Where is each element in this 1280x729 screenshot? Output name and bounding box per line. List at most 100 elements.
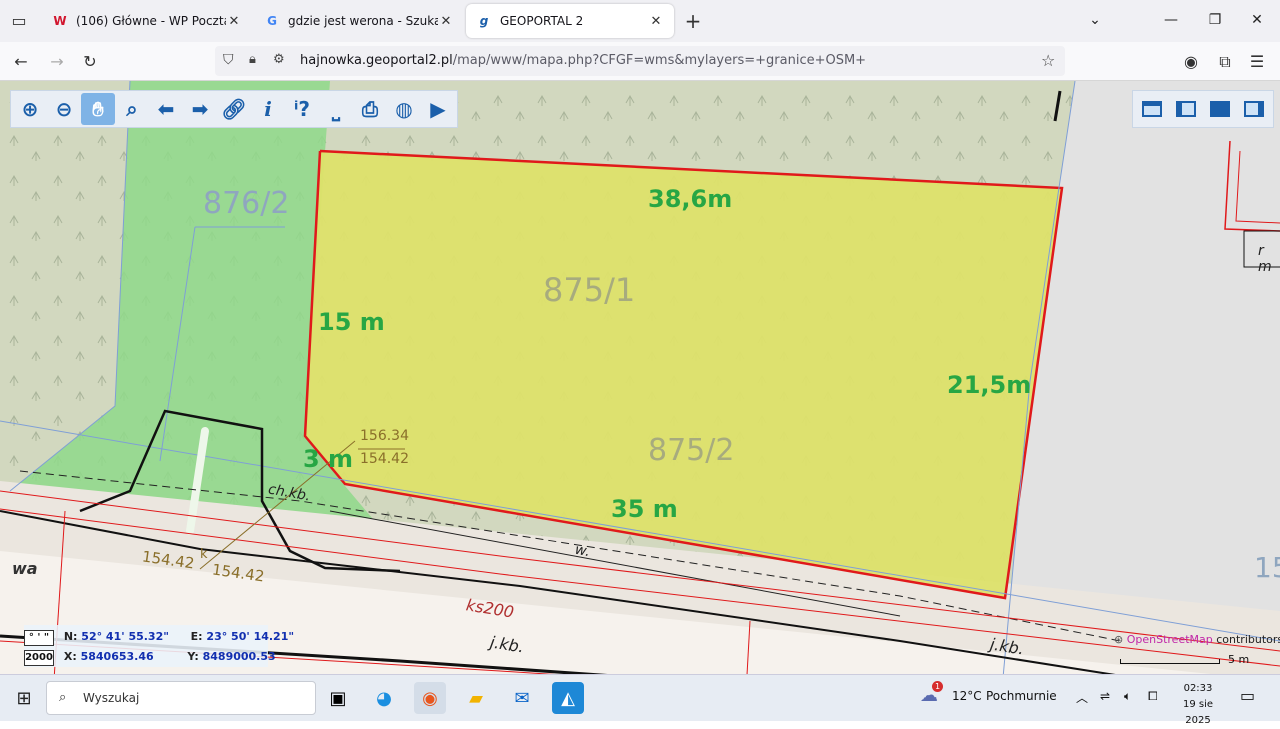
osm-logo-icon: ⊛ <box>1114 633 1124 646</box>
tab-label: GEOPORTAL 2 <box>500 14 584 28</box>
start-windows-icon[interactable]: ⊞ <box>8 682 40 714</box>
coord-y-value: 8489000.53 <box>202 650 276 663</box>
layout-top-panel-icon[interactable] <box>1135 93 1169 125</box>
label-street: wa <box>12 559 38 578</box>
clock-date: 19 sie 2025 <box>1182 699 1214 726</box>
url-path: /map/www/mapa.php?CFGF=wms&mylayers=+gra… <box>452 53 867 68</box>
vpn-icon[interactable]: ⇌ <box>1100 689 1110 703</box>
coord-n-value: 52° 41' 55.32" <box>81 630 169 643</box>
info-icon[interactable]: i <box>251 93 285 125</box>
extensions-icon[interactable]: ⧉ <box>1214 51 1236 73</box>
file-explorer-icon[interactable]: ▰ <box>460 682 492 714</box>
tab-wp-poczta[interactable]: W (106) Główne - WP Poczta ✕ <box>42 4 252 38</box>
coord-x-value: 5840653.46 <box>80 650 154 663</box>
close-icon[interactable]: ✕ <box>226 14 242 29</box>
wp-icon: W <box>53 14 67 28</box>
url-domain: hajnowka.geoportal2.pl <box>300 53 453 68</box>
label-right-code: r m <box>1258 243 1272 275</box>
dimension-top: 38,6m <box>648 185 733 213</box>
print-icon[interactable]: ⎙ <box>353 93 387 125</box>
map-toolbar: ⊕ ⊖ ✋︎ ⌕ ⬅︎ ➡︎ 🔗︎ i ⁱ? ⎵ ⎙ ◍ ▶︎ <box>10 90 458 128</box>
tray-chevron-icon[interactable]: ︿ <box>1076 689 1088 706</box>
url-text[interactable]: hajnowka.geoportal2.pl/map/www/mapa.php?… <box>300 53 866 68</box>
coord-system-2000-button[interactable]: 2000 <box>24 650 54 666</box>
layout-arrow-panel-icon[interactable] <box>1203 93 1237 125</box>
osm-contributors: contributors <box>1212 633 1280 646</box>
shield-icon[interactable]: ⛉ <box>223 52 234 68</box>
search-placeholder: Wyszukaj <box>83 691 140 705</box>
coord-e-label: E: <box>190 630 203 643</box>
back-arrow-icon[interactable]: ← <box>10 51 32 73</box>
navigation-bar: ← → ↻ ⛉ 🔒︎ ⚙ hajnowka.geoportal2.pl/map/… <box>0 42 1280 81</box>
weather-temp[interactable]: 12°C <box>952 689 982 703</box>
tab-geoportal[interactable]: g GEOPORTAL 2 ✕ <box>466 4 674 38</box>
coord-e-value: 23° 50' 14.21" <box>206 630 295 643</box>
outlook-icon[interactable]: ✉ <box>506 682 538 714</box>
firefox-icon[interactable]: ◉ <box>414 682 446 714</box>
close-icon[interactable]: ✕ <box>648 14 664 29</box>
measure-ruler-icon[interactable]: ⎵ <box>319 93 353 125</box>
reload-icon[interactable]: ↻ <box>79 51 101 73</box>
volume-icon[interactable]: 🔈︎ <box>1124 689 1131 704</box>
dimension-right: 21,5m <box>947 371 1032 399</box>
dimension-corner: 3 m <box>303 445 354 473</box>
menu-icon[interactable]: ☰ <box>1246 51 1268 73</box>
tab-google-search[interactable]: G gdzie jest werona - Szukaj w Go ✕ <box>254 4 464 38</box>
tab-overflow-chevron-icon[interactable]: ⌄ <box>1080 8 1110 32</box>
map-canvas[interactable]: 876/2 875/1 875/2 38,6m 15 m 21,5m 35 m … <box>0 81 1280 711</box>
url-bar[interactable]: ⛉ 🔒︎ ⚙ hajnowka.geoportal2.pl/map/www/ma… <box>215 46 1065 76</box>
google-icon: G <box>267 14 277 28</box>
zoom-extent-icon[interactable]: ⌕ <box>115 93 149 125</box>
tab-bar: ▭ W (106) Główne - WP Poczta ✕ G gdzie j… <box>0 0 1280 42</box>
forward-arrow-icon[interactable]: → <box>46 51 68 73</box>
bookmark-star-icon[interactable]: ☆ <box>1041 51 1055 70</box>
minimize-icon[interactable]: — <box>1156 8 1186 32</box>
pan-hand-icon[interactable]: ✋︎ <box>81 93 115 125</box>
layout-right-panel-icon[interactable] <box>1237 93 1271 125</box>
dimension-bottom: 35 m <box>611 495 678 523</box>
weather-desc[interactable]: Pochmurnie <box>986 689 1057 703</box>
video-camera-icon[interactable]: ▶︎ <box>421 93 455 125</box>
globe-icon[interactable]: ◍ <box>387 93 421 125</box>
close-icon[interactable]: ✕ <box>438 14 454 29</box>
permissions-icon[interactable]: ⚙ <box>273 52 285 67</box>
tab-label: gdzie jest werona - Szukaj w Go <box>288 14 438 28</box>
parcel-label-875-2: 875/2 <box>648 433 735 468</box>
task-view-icon[interactable]: ▣ <box>322 682 354 714</box>
system-clock[interactable]: 02:33 19 sie 2025 <box>1170 681 1226 729</box>
link-icon[interactable]: 🔗︎ <box>217 93 251 125</box>
geoportal-icon: g <box>479 14 489 28</box>
parcel-label-875-1: 875/1 <box>543 271 636 309</box>
network-icon[interactable]: ⧠ <box>1148 689 1158 704</box>
query-info-icon[interactable]: ⁱ? <box>285 93 319 125</box>
new-tab-icon[interactable]: + <box>682 10 704 32</box>
layout-toolbar <box>1132 90 1274 128</box>
osm-link[interactable]: OpenStreetMap <box>1127 633 1213 646</box>
restore-icon[interactable]: ❐ <box>1200 8 1230 32</box>
coord-x-label: X: <box>63 650 77 663</box>
coord-n-label: N: <box>63 630 78 643</box>
coord-y-label: Y: <box>187 650 199 663</box>
coord-format-dms-button[interactable]: ° ' " <box>24 630 54 646</box>
account-icon[interactable]: ◉ <box>1180 51 1202 73</box>
parcel-label-876-2: 876/2 <box>203 186 290 221</box>
previous-view-arrow-icon[interactable]: ⬅︎ <box>149 93 183 125</box>
search-icon: ⌕ <box>59 690 67 705</box>
layout-left-panel-icon[interactable] <box>1169 93 1203 125</box>
tab-label: (106) Główne - WP Poczta <box>76 14 226 28</box>
height-bottom: 154.42 <box>360 451 409 467</box>
next-view-arrow-icon[interactable]: ➡︎ <box>183 93 217 125</box>
map-drawing <box>0 81 1280 711</box>
height-top: 156.34 <box>360 428 409 444</box>
map-attribution: ⊛ OpenStreetMap contributors <box>1114 633 1280 646</box>
taskbar-search-input[interactable]: ⌕ Wyszukaj <box>46 681 316 715</box>
tab-list-icon[interactable]: ▭ <box>8 10 30 32</box>
lock-icon[interactable]: 🔒︎ <box>249 52 256 67</box>
photos-app-icon[interactable]: ◭ <box>552 682 584 714</box>
zoom-out-icon[interactable]: ⊖ <box>47 93 81 125</box>
notifications-icon[interactable]: ▭ <box>1240 686 1255 705</box>
notification-badge: 1 <box>932 681 943 692</box>
close-window-icon[interactable]: ✕ <box>1242 8 1272 32</box>
edge-browser-icon[interactable]: ◕ <box>368 682 400 714</box>
zoom-in-icon[interactable]: ⊕ <box>13 93 47 125</box>
